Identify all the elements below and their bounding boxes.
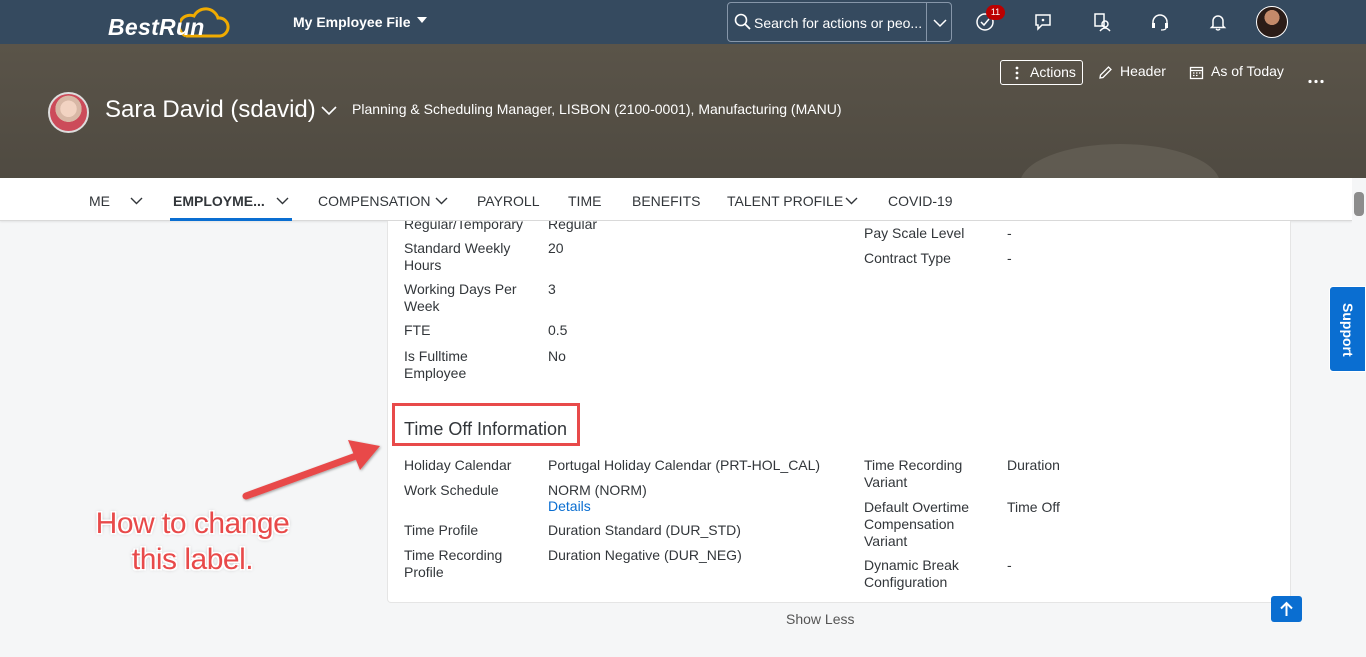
field-label: Work Schedule	[404, 482, 499, 498]
bell-icon[interactable]	[1208, 12, 1228, 32]
vertical-dots-icon	[1015, 66, 1019, 80]
chevron-down-icon[interactable]	[933, 18, 947, 28]
field-value: -	[1007, 250, 1012, 266]
people-icon[interactable]	[1092, 12, 1112, 32]
tab-benefits[interactable]: BENEFITS	[632, 193, 700, 209]
tab-me[interactable]: ME	[89, 193, 110, 209]
field-label: Working Days Per Week	[404, 281, 517, 314]
annotation-arrow-icon	[242, 440, 380, 500]
more-options-icon[interactable]	[1307, 69, 1325, 94]
active-tab-indicator	[170, 218, 292, 221]
field-value: -	[1007, 557, 1012, 573]
annotation-line-2: this label.	[131, 543, 254, 576]
field-label: FTE	[404, 322, 431, 338]
field-value: -	[1007, 225, 1012, 241]
as-of-today-button[interactable]: As of Today	[1189, 60, 1289, 85]
scroll-to-top-button[interactable]	[1271, 596, 1302, 622]
tab-talent-profile[interactable]: TALENT PROFILE	[727, 193, 843, 209]
annotation-line-1: How to change	[95, 507, 290, 540]
support-label: Support	[1340, 303, 1356, 357]
caret-down-icon[interactable]	[416, 15, 428, 25]
field-label: Time Recording Variant	[864, 457, 963, 490]
field-label: Is Fulltime Employee	[404, 348, 468, 381]
field-value: Portugal Holiday Calendar (PRT-HOL_CAL)	[548, 457, 821, 473]
chevron-down-icon[interactable]	[845, 197, 858, 205]
field-value: Duration Standard (DUR_STD)	[548, 522, 741, 538]
chevron-down-icon[interactable]	[130, 197, 143, 205]
user-avatar[interactable]	[1256, 6, 1288, 38]
header-label: Header	[1120, 63, 1166, 79]
actions-button[interactable]: Actions	[1000, 60, 1083, 85]
search-icon	[734, 13, 751, 30]
field-value: Duration	[1007, 457, 1060, 473]
header-background-shape	[1020, 144, 1220, 178]
support-button[interactable]: Support	[1329, 286, 1366, 372]
field-value: 20	[548, 240, 564, 256]
page-scrollbar[interactable]	[1352, 178, 1366, 657]
search-divider	[926, 3, 927, 41]
employee-photo[interactable]	[48, 92, 89, 133]
tab-payroll[interactable]: PAYROLL	[477, 193, 540, 209]
annotation-callout: How to change this label.	[70, 506, 315, 578]
field-label: Dynamic Break Configuration	[864, 557, 959, 590]
chevron-down-icon[interactable]	[435, 197, 448, 205]
employee-name[interactable]: Sara David (sdavid)	[105, 96, 316, 124]
chevron-down-icon[interactable]	[321, 106, 337, 116]
details-link[interactable]: Details	[548, 498, 591, 515]
scrollbar-thumb[interactable]	[1354, 192, 1364, 216]
field-value: NORM (NORM)	[548, 482, 647, 498]
field-value: 0.5	[548, 322, 568, 338]
tab-employment[interactable]: EMPLOYME...	[173, 193, 265, 209]
shell-bar: BestRun My Employee File 11	[0, 0, 1366, 44]
employee-header: Actions Header As of Today Sara David (s…	[0, 44, 1366, 178]
field-value: 3	[548, 281, 556, 297]
field-value: Duration Negative (DUR_NEG)	[548, 547, 742, 563]
search-field[interactable]	[727, 2, 952, 42]
field-label: Time Profile	[404, 522, 479, 538]
as-of-today-label: As of Today	[1211, 63, 1284, 79]
tab-compensation[interactable]: COMPENSATION	[318, 193, 431, 209]
tab-covid-19[interactable]: COVID-19	[888, 193, 953, 209]
chevron-down-icon[interactable]	[276, 197, 289, 205]
employee-job-info: Planning & Scheduling Manager, LISBON (2…	[352, 101, 842, 117]
feedback-icon[interactable]	[1033, 12, 1053, 32]
field-label: Contract Type	[864, 250, 951, 266]
field-label: Standard Weekly Hours	[404, 240, 511, 273]
field-value: Time Off	[1007, 499, 1060, 515]
field-label: Pay Scale Level	[864, 225, 965, 241]
show-less-link[interactable]: Show Less	[786, 611, 854, 627]
app-title[interactable]: My Employee File	[293, 14, 410, 30]
pencil-icon	[1099, 66, 1112, 79]
search-input[interactable]	[754, 13, 924, 33]
section-tabs: ME EMPLOYME... COMPENSATION PAYROLL TIME…	[0, 178, 1352, 221]
notification-badge: 11	[986, 5, 1005, 20]
annotation-highlight-box	[392, 403, 580, 446]
field-label: Time Recording Profile	[404, 547, 503, 580]
headset-icon[interactable]	[1150, 12, 1170, 32]
header-button[interactable]: Header	[1098, 60, 1168, 85]
field-value: No	[548, 348, 566, 364]
bestrun-logo[interactable]: BestRun	[108, 6, 230, 40]
arrow-up-icon	[1280, 601, 1293, 616]
tab-time[interactable]: TIME	[568, 193, 601, 209]
calendar-icon	[1189, 66, 1204, 80]
logo-text: BestRun	[108, 14, 205, 40]
actions-label: Actions	[1030, 64, 1076, 80]
field-label: Holiday Calendar	[404, 457, 512, 473]
field-label: Default Overtime Compensation Variant	[864, 499, 970, 549]
